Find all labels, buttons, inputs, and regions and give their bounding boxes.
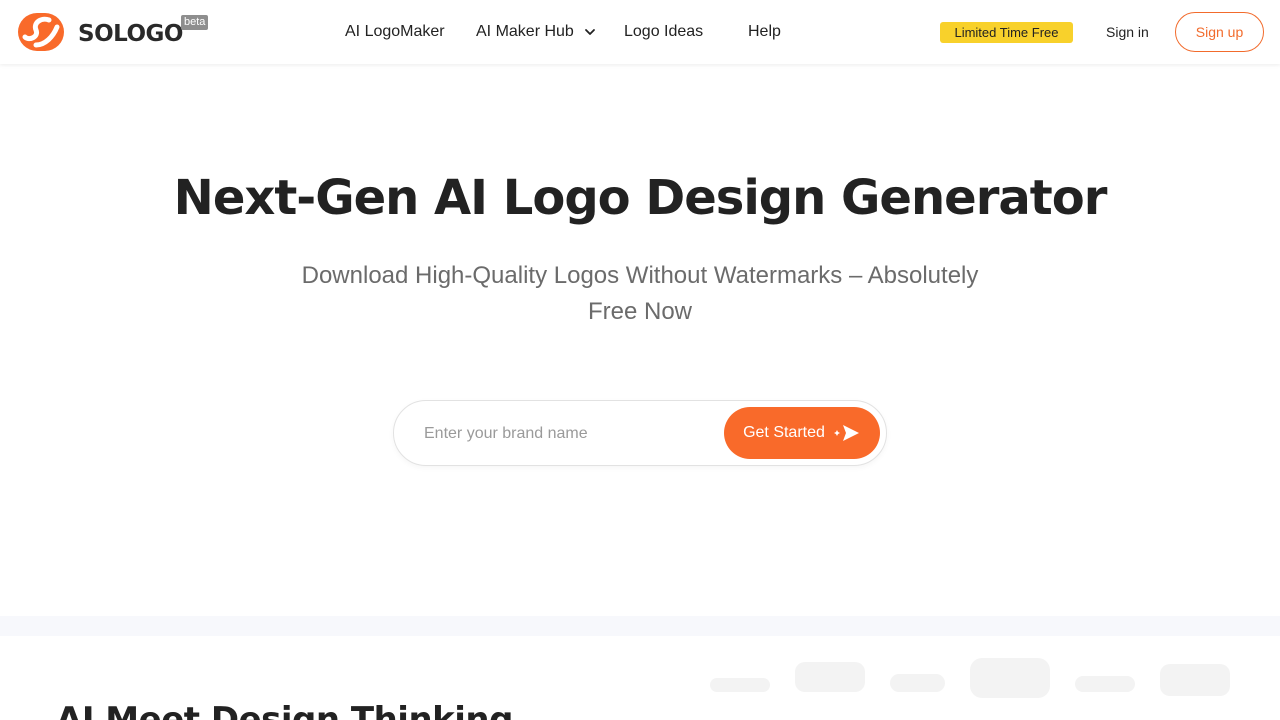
brand-name-input[interactable] xyxy=(424,419,714,449)
brand-search-bar: Get Started xyxy=(393,400,887,466)
nav-ai-logomaker[interactable]: AI LogoMaker xyxy=(345,23,445,41)
section-divider xyxy=(0,616,1280,636)
get-started-button[interactable]: Get Started xyxy=(724,407,880,459)
get-started-label: Get Started xyxy=(743,424,825,441)
section-title: AI Meet Design Thinking xyxy=(56,700,513,720)
send-sparkle-icon xyxy=(833,425,859,441)
sign-up-button[interactable]: Sign up xyxy=(1175,12,1264,52)
brand-logo[interactable]: SOLOGO beta xyxy=(16,11,209,53)
site-header: SOLOGO beta AI LogoMaker AI Maker Hub Lo… xyxy=(0,0,1280,64)
decorative-logo-collage xyxy=(710,658,1230,698)
nav-logo-ideas[interactable]: Logo Ideas xyxy=(624,23,703,41)
hero-title: Next-Gen AI Logo Design Generator xyxy=(173,170,1108,226)
nav-ai-maker-hub-label: AI Maker Hub xyxy=(476,23,574,40)
beta-badge: beta xyxy=(181,15,209,30)
sign-in-link[interactable]: Sign in xyxy=(1106,24,1149,40)
limited-time-free-badge[interactable]: Limited Time Free xyxy=(940,22,1073,43)
nav-help-label: Help xyxy=(748,23,781,40)
nav-logo-ideas-label: Logo Ideas xyxy=(624,23,704,40)
nav-help[interactable]: Help xyxy=(748,23,781,41)
hero-subtitle: Download High-Quality Logos Without Wate… xyxy=(301,262,979,325)
chevron-down-icon xyxy=(584,29,595,35)
sologo-mark-icon xyxy=(18,13,64,51)
nav-ai-maker-hub[interactable]: AI Maker Hub xyxy=(476,23,596,41)
brand-name: SOLOGO xyxy=(78,21,183,47)
nav-ai-logomaker-label: AI LogoMaker xyxy=(345,23,445,40)
main-nav: AI LogoMaker AI Maker Hub Logo Ideas Hel… xyxy=(0,0,1280,64)
